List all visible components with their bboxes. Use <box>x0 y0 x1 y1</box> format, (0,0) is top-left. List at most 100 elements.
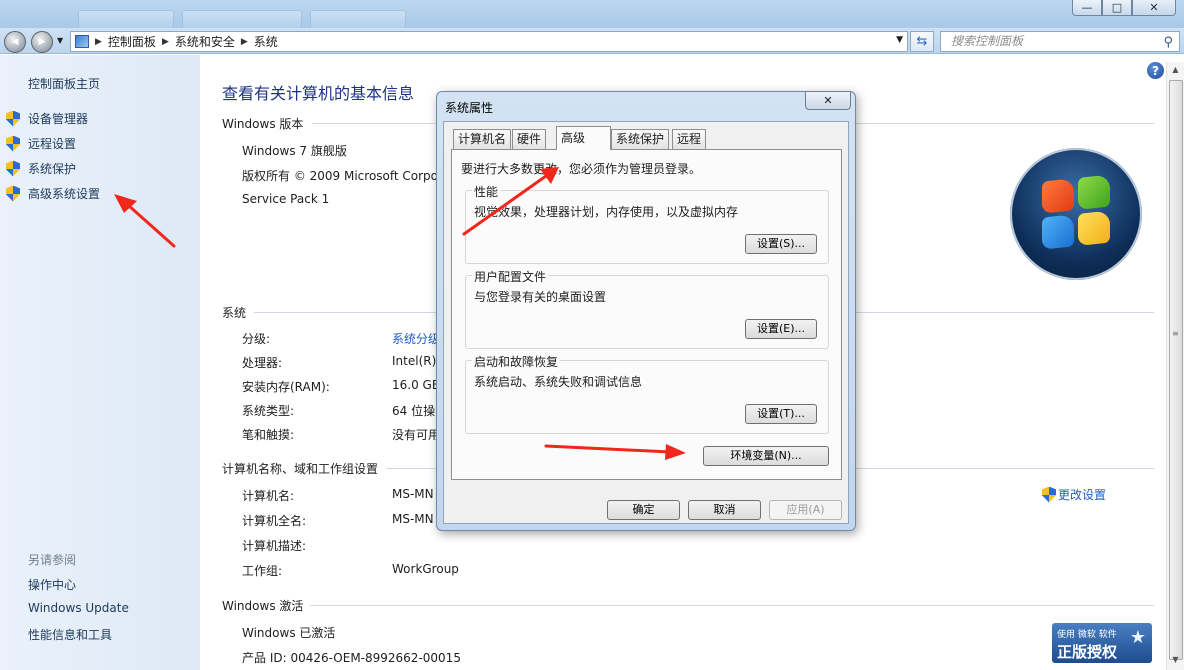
system-type-label: 系统类型: <box>242 404 295 418</box>
background-tab-ghost <box>78 10 174 28</box>
edition-service-pack: Service Pack 1 <box>242 192 330 206</box>
windows-flag-icon <box>1042 174 1112 251</box>
activation-heading: Windows 激活 <box>222 599 304 613</box>
window-title-bar: — □ ✕ <box>0 0 1184 28</box>
scroll-down-icon[interactable]: ▼ <box>1167 652 1184 668</box>
sidebar: 控制面板主页 设备管理器 远程设置 系统保护 高级系统设置 另请参阅 操作中心 … <box>0 55 200 670</box>
background-tab-ghost <box>310 10 406 28</box>
group-title: 性能 <box>472 183 501 200</box>
user-profiles-settings-button[interactable]: 设置(E)... <box>745 319 817 339</box>
cancel-button[interactable]: 取消 <box>688 500 761 520</box>
group-title: 启动和故障恢复 <box>472 353 561 370</box>
apply-button[interactable]: 应用(A) <box>769 500 842 520</box>
genuine-badge-title: 正版授权 <box>1057 643 1118 661</box>
environment-variables-button[interactable]: 环境变量(N)... <box>703 446 829 466</box>
see-also-heading: 另请参阅 <box>28 553 77 567</box>
ok-button[interactable]: 确定 <box>607 500 680 520</box>
system-heading: 系统 <box>222 306 247 320</box>
group-description: 与您登录有关的桌面设置 <box>474 290 607 304</box>
window-controls: — □ ✕ <box>1072 0 1176 16</box>
control-panel-icon <box>75 35 89 48</box>
sidebar-link-windows-update[interactable]: Windows Update <box>28 601 129 615</box>
group-description: 系统启动、系统失败和调试信息 <box>474 375 643 389</box>
address-bar[interactable]: ▶ 控制面板 ▶ 系统和安全 ▶ 系统 ▼ <box>70 31 908 52</box>
sidebar-link-performance[interactable]: 性能信息和工具 <box>28 626 112 643</box>
full-name-value: MS-MN <box>392 512 434 526</box>
sidebar-item-label: 设备管理器 <box>28 112 89 126</box>
breadcrumb-separator-icon[interactable]: ▶ <box>162 37 169 47</box>
system-type-value: 64 位操 <box>392 404 436 418</box>
scroll-grip-icon: ≡ <box>1172 329 1179 338</box>
tab-advanced[interactable]: 高级 <box>556 126 611 150</box>
genuine-badge-top: 使用 微软 软件 <box>1057 630 1117 640</box>
sidebar-item-label: 远程设置 <box>28 137 77 151</box>
description-label: 计算机描述: <box>242 539 307 553</box>
processor-value: Intel(R) <box>392 354 437 368</box>
genuine-badge[interactable]: 使用 微软 软件 正版授权 ★ <box>1052 623 1152 663</box>
uac-shield-icon <box>1042 487 1056 503</box>
navigation-bar: ◀ ▶ ▼ ▶ 控制面板 ▶ 系统和安全 ▶ 系统 ▼ ⇆ 搜索控制面板 ⚲ <box>0 28 1184 54</box>
breadcrumb-separator-icon: ▶ <box>95 36 102 47</box>
breadcrumb-control-panel[interactable]: 控制面板 <box>108 33 156 50</box>
sidebar-item-advanced-settings[interactable]: 高级系统设置 <box>6 185 100 202</box>
edition-copyright: 版权所有 © 2009 Microsoft Corpo <box>242 169 439 183</box>
dialog-title: 系统属性 <box>445 101 494 115</box>
tab-system-protection[interactable]: 系统保护 <box>611 129 670 149</box>
search-icon[interactable]: ⚲ <box>1163 33 1173 52</box>
minimize-button[interactable]: — <box>1072 0 1102 16</box>
scroll-thumb[interactable] <box>1169 80 1183 660</box>
scroll-up-icon[interactable]: ▲ <box>1167 62 1184 78</box>
refresh-icon: ⇆ <box>916 34 928 49</box>
full-name-label: 计算机全名: <box>242 514 307 528</box>
refresh-button[interactable]: ⇆ <box>910 31 934 52</box>
performance-settings-button[interactable]: 设置(S)... <box>745 234 817 254</box>
sidebar-home-link[interactable]: 控制面板主页 <box>28 75 100 92</box>
uac-shield-icon <box>6 186 20 202</box>
startup-recovery-settings-button[interactable]: 设置(T)... <box>745 404 817 424</box>
product-id: 产品 ID: 00426-OEM-8992662-00015 <box>242 651 461 665</box>
help-icon[interactable]: ? <box>1147 62 1164 79</box>
user-profiles-group: 用户配置文件 与您登录有关的桌面设置 设置(E)... <box>465 268 829 349</box>
background-tab-ghost <box>182 10 302 28</box>
workgroup-label: 工作组: <box>242 564 283 578</box>
arrow-right-icon: ▶ <box>38 37 46 47</box>
workgroup-value: WorkGroup <box>392 562 459 576</box>
sidebar-item-device-manager[interactable]: 设备管理器 <box>6 110 88 127</box>
address-dropdown-icon[interactable]: ▼ <box>896 35 903 45</box>
edition-name: Windows 7 旗舰版 <box>242 144 347 158</box>
search-input[interactable]: 搜索控制面板 ⚲ <box>940 31 1180 52</box>
dialog-close-button[interactable]: ✕ <box>805 91 851 110</box>
ram-label: 安装内存(RAM): <box>242 380 330 394</box>
tab-remote[interactable]: 远程 <box>672 129 707 149</box>
performance-group: 性能 视觉效果，处理器计划，内存使用，以及虚拟内存 设置(S)... <box>465 183 829 264</box>
breadcrumb-system[interactable]: 系统 <box>254 33 278 50</box>
sidebar-item-system-protection[interactable]: 系统保护 <box>6 160 76 177</box>
group-description: 视觉效果，处理器计划，内存使用，以及虚拟内存 <box>474 205 739 219</box>
computer-name-value: MS-MN <box>392 487 434 501</box>
computer-name-label: 计算机名: <box>242 489 295 503</box>
tab-hardware[interactable]: 硬件 <box>512 129 547 149</box>
change-settings-link[interactable]: 更改设置 <box>1042 486 1106 503</box>
breadcrumb-system-security[interactable]: 系统和安全 <box>175 33 235 50</box>
sidebar-item-label: 高级系统设置 <box>28 187 101 201</box>
sidebar-link-action-center[interactable]: 操作中心 <box>28 576 76 593</box>
sidebar-item-remote-settings[interactable]: 远程设置 <box>6 135 76 152</box>
forward-button[interactable]: ▶ <box>31 31 53 53</box>
uac-shield-icon <box>6 136 20 152</box>
maximize-button[interactable]: □ <box>1102 0 1132 16</box>
search-placeholder: 搜索控制面板 <box>951 34 1024 48</box>
vertical-scrollbar[interactable]: ▲ ≡ ▼ <box>1166 62 1184 670</box>
uac-shield-icon <box>6 111 20 127</box>
edition-heading: Windows 版本 <box>222 117 304 131</box>
arrow-left-icon: ◀ <box>11 37 19 47</box>
back-button[interactable]: ◀ <box>4 31 26 53</box>
dialog-body: 计算机名 硬件 高级 系统保护 远程 要进行大多数更改，您必须作为管理员登录。 … <box>443 121 849 524</box>
close-window-button[interactable]: ✕ <box>1132 0 1176 16</box>
rating-link[interactable]: 系统分级 <box>392 330 440 347</box>
tab-computer-name[interactable]: 计算机名 <box>453 129 512 149</box>
change-settings-label: 更改设置 <box>1058 488 1107 502</box>
group-title: 用户配置文件 <box>472 268 549 285</box>
breadcrumb-separator-icon[interactable]: ▶ <box>241 37 248 47</box>
recent-pages-chevron-icon[interactable]: ▼ <box>57 36 63 45</box>
ram-value: 16.0 GB <box>392 378 441 392</box>
